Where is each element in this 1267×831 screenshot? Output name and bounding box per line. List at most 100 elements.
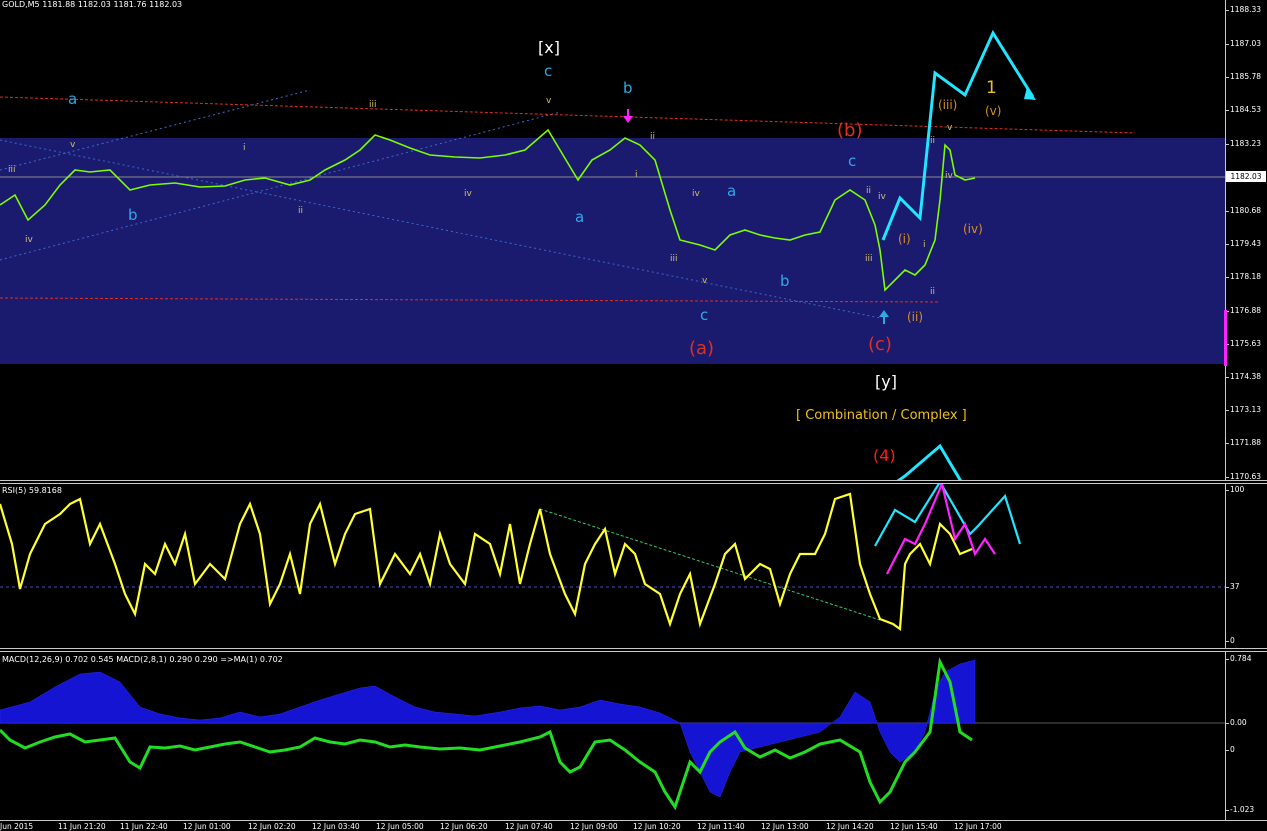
forecast-path-small [896,443,962,480]
label-b: b [780,272,790,290]
price-axis[interactable]: 1188.33 1187.03 1185.78 1184.53 1183.23 1182.… [1224,0,1267,481]
rsi-header: RSI(5) 59.8168 [2,486,62,495]
time-label: 12 Jun 10:20 [633,822,681,831]
rsi-tick-37: 37 [1226,582,1240,591]
pane-divider [0,480,1267,481]
time-label: 12 Jun 15:40 [890,822,938,831]
label-i: i [635,170,638,180]
price-tick: 1185.78 [1225,72,1262,81]
label-wave-b-paren: (b) [837,120,863,141]
macd-histogram [0,659,976,798]
price-tick: 1171.88 [1225,438,1262,447]
time-label: 12 Jun 03:40 [312,822,360,831]
label-v: v [70,140,76,150]
label-wave-i-paren: (i) [898,232,911,246]
label-a: a [575,208,585,226]
label-a: a [727,182,737,200]
label-ii: ii [650,132,656,142]
price-tick: 1176.88 [1225,306,1262,315]
label-v: v [546,96,552,106]
label-c: c [848,152,857,170]
rsi-tick-100: 100 [1225,485,1245,494]
label-c: c [544,62,553,80]
label-c: c [700,306,709,324]
time-label: 12 Jun 13:00 [761,822,809,831]
time-axis-border [0,820,1267,821]
rsi-line [0,492,973,632]
price-tick: 1175.63 [1225,339,1262,348]
label-ii: ii [930,136,936,146]
label-b: b [128,206,138,224]
rsi-axis[interactable]: 100 37 0 [1225,484,1267,648]
label-ii: ii [298,206,304,216]
price-tick: 1179.43 [1225,239,1262,248]
label-a: a [68,90,78,108]
label-iii: iii [369,100,377,110]
rsi-pane[interactable]: RSI(5) 59.8168 [0,484,1225,648]
time-label: 11 Jun 21:20 [58,822,106,831]
label-wave-1: 1 [986,78,997,98]
label-iv: iv [878,192,886,202]
label-iii: iii [670,254,678,264]
rsi-tick-0: 0 [1226,636,1235,645]
time-label: 12 Jun 14:20 [826,822,874,831]
price-tick: 1180.68 [1225,206,1262,215]
chart-header: GOLD,M5 1181.88 1182.03 1181.76 1182.03 [2,0,183,9]
current-price-tag: 1182.03 [1226,171,1266,182]
label-iii: iii [8,165,16,175]
macd-pane[interactable]: MACD(12,26,9) 0.702 0.545 MACD(2,8,1) 0.… [0,652,1225,820]
trading-terminal: GOLD,M5 1181.88 1182.03 1181.76 1182.03 … [0,0,1267,831]
price-tick: 1174.38 [1225,372,1262,381]
macd-tick-max: 0.784 [1225,654,1252,663]
time-label: 12 Jun 09:00 [570,822,618,831]
macd-header: MACD(12,26,9) 0.702 0.545 MACD(2,8,1) 0.… [2,655,283,664]
label-v: v [702,276,708,286]
price-chart-canvas [0,29,1225,480]
rsi-forecast-path [874,484,1022,547]
rsi-canvas [0,484,1225,632]
label-b: b [623,79,633,97]
label-i: i [243,143,246,153]
time-label: 11 Jun 22:40 [120,822,168,831]
forecast-arrowhead [1024,87,1036,100]
volume-marker [1224,310,1227,366]
price-tick: 1188.33 [1225,5,1262,14]
time-label: Jun 2015 [0,822,34,831]
label-wave-iii-paren: (iii) [938,98,958,112]
price-tick: 1173.13 [1225,405,1262,414]
label-x-bracket: [x] [538,38,560,57]
price-tick: 1183.23 [1225,139,1262,148]
label-i: i [923,240,926,250]
label-wave-a-paren: (a) [689,338,715,359]
label-wave-c-paren: (c) [868,334,892,355]
label-iv: iv [464,189,472,199]
time-label: 12 Jun 05:00 [376,822,424,831]
time-label: 12 Jun 17:00 [954,822,1002,831]
label-v: v [947,123,953,133]
label-iv: iv [25,235,33,245]
label-wave-v-paren: (v) [985,104,1002,118]
label-wave-ii-paren: (ii) [907,310,924,324]
macd-canvas [0,657,1225,811]
label-combination: [ Combination / Complex ] [796,408,967,423]
label-wave-4: (4) [873,446,896,465]
label-ii: ii [930,287,936,297]
price-chart-pane[interactable]: GOLD,M5 1181.88 1182.03 1181.76 1182.03 … [0,0,1225,480]
upper-trendline [0,96,1136,134]
label-wave-iv-paren: (iv) [963,222,983,236]
time-label: 12 Jun 01:00 [183,822,231,831]
time-label: 12 Jun 07:40 [505,822,553,831]
rsi-trendline [539,508,881,621]
time-label: 12 Jun 02:20 [248,822,296,831]
label-y-bracket: [y] [875,372,897,391]
macd-axis[interactable]: 0.784 0.00 0 -1.023 [1225,652,1267,820]
label-iv: iv [945,171,953,181]
label-iii: iii [865,254,873,264]
time-label: 12 Jun 11:40 [697,822,745,831]
macd-tick-zero-alt: 0 [1226,745,1235,754]
price-tick: 1184.53 [1225,105,1262,114]
target-zone [0,138,1225,364]
time-label: 12 Jun 06:20 [440,822,488,831]
macd-tick-zero: 0.00 [1226,718,1247,727]
label-ii: ii [866,186,872,196]
